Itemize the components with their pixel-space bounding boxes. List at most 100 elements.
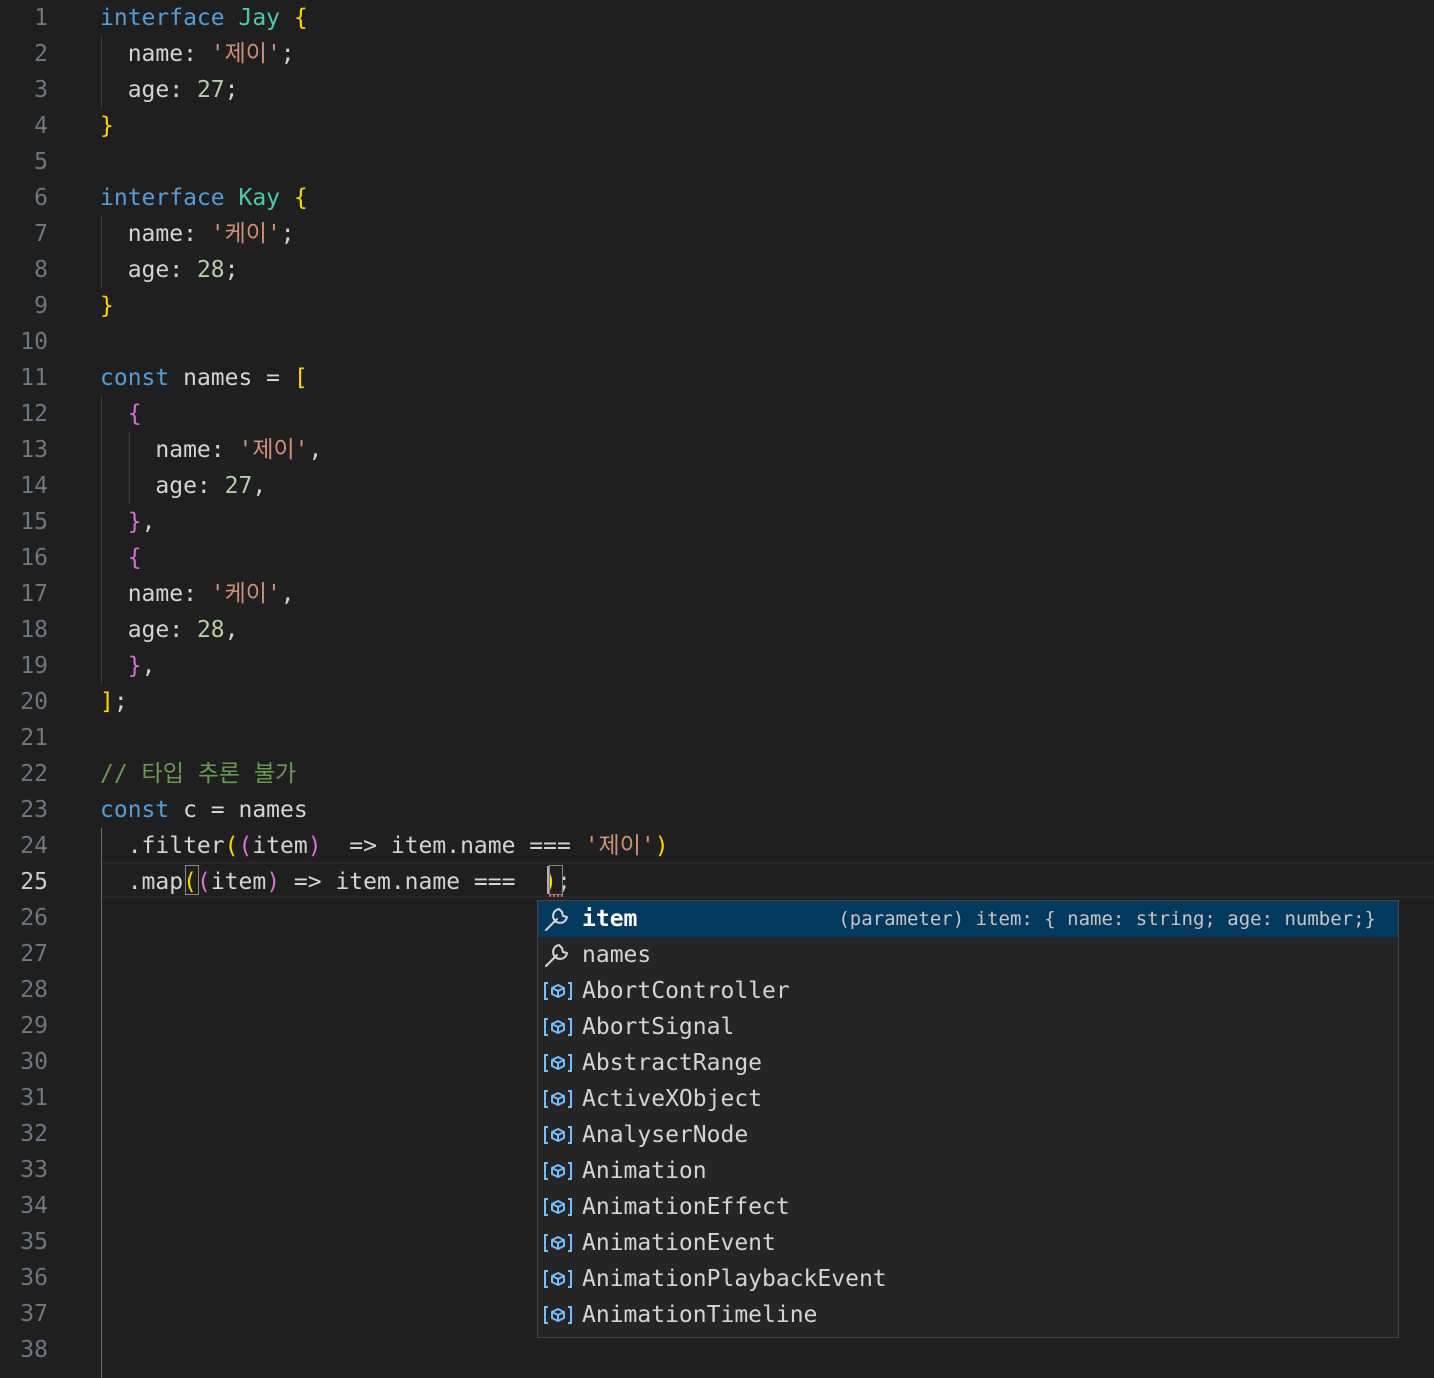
suggestion-item[interactable]: AnimationEffect (538, 1189, 1398, 1225)
line-number: 13 (20, 437, 48, 463)
suggestion-label: AnimationTimeline (582, 1302, 818, 1328)
suggestion-item[interactable]: item (parameter) item: { name: string; ag… (538, 901, 1398, 937)
code-line[interactable]: 17 name: '케이', (0, 576, 1434, 612)
line-number: 32 (20, 1121, 48, 1147)
suggestion-detail: (parameter) item: { name: string; age: n… (838, 908, 1376, 930)
code-line[interactable]: 15 }, (0, 504, 1434, 540)
code-token: const (100, 797, 170, 823)
code-token: , (141, 509, 156, 535)
suggestion-item[interactable]: AnimationPlaybackEvent (538, 1261, 1398, 1297)
text-cursor (547, 866, 549, 894)
variable-icon (542, 1193, 574, 1221)
line-number: 30 (20, 1049, 48, 1075)
suggestion-item[interactable]: AnimationTimeline (538, 1297, 1398, 1333)
code-token: item (252, 833, 308, 859)
code-token: ) (307, 833, 322, 859)
code-line[interactable]: 3 age: 27; (0, 72, 1434, 108)
matching-bracket-highlight (185, 865, 199, 895)
code-token: 28 (196, 257, 225, 283)
code-token: , (141, 653, 156, 679)
variable-icon (542, 1121, 574, 1149)
code-text: .map((item) => item.name === ); (100, 864, 571, 900)
line-number: 31 (20, 1085, 48, 1111)
code-token: ; (224, 257, 239, 283)
suggestion-widget[interactable]: item (parameter) item: { name: string; ag… (537, 900, 1399, 1338)
code-token: '제이' (584, 833, 655, 859)
line-number: 8 (34, 257, 48, 283)
code-line[interactable]: 5 (0, 144, 1434, 180)
suggestion-item[interactable]: AnimationEvent (538, 1225, 1398, 1261)
suggestion-label: AbortController (582, 978, 790, 1004)
code-text: .filter((item) => item.name === '제이') (100, 828, 669, 864)
code-line[interactable]: 12 { (0, 396, 1434, 432)
code-text: const c = names (100, 792, 308, 828)
code-token: ( (224, 833, 239, 859)
code-line[interactable]: 13 name: '제이', (0, 432, 1434, 468)
code-line[interactable]: 20]; (0, 684, 1434, 720)
code-token: 27 (196, 77, 225, 103)
line-number: 9 (34, 293, 48, 319)
code-line[interactable]: 6 interface Kay { (0, 180, 1434, 216)
line-number: 7 (34, 221, 48, 247)
line-number: 29 (20, 1013, 48, 1039)
code-line[interactable]: 1 interface Jay { (0, 0, 1434, 36)
suggestion-label: names (582, 942, 652, 968)
code-text: }, (100, 648, 156, 684)
code-token: => item.name === (280, 869, 544, 895)
code-text: age: 28, (100, 612, 239, 648)
suggestion-label: AbstractRange (582, 1050, 763, 1076)
suggestion-item[interactable]: AbstractRange (538, 1045, 1398, 1081)
code-token: interface (100, 5, 225, 31)
code-line[interactable]: 11 const names = [ (0, 360, 1434, 396)
code-line[interactable]: 19 }, (0, 648, 1434, 684)
line-number: 20 (20, 689, 48, 715)
line-number: 1 (34, 5, 48, 31)
line-number: 11 (20, 365, 48, 391)
suggestion-item[interactable]: AbortSignal (538, 1009, 1398, 1045)
suggestion-item[interactable]: ActiveXObject (538, 1081, 1398, 1117)
code-line[interactable]: 16 { (0, 540, 1434, 576)
variable-icon (542, 1265, 574, 1293)
code-line[interactable]: 25 .map((item) => item.name === ); (0, 864, 1434, 900)
code-text: name: '제이'; (100, 36, 295, 72)
code-line[interactable]: 14 age: 27, (0, 468, 1434, 504)
code-token: [ (293, 365, 308, 391)
code-line[interactable]: 24 .filter((item) => item.name === '제이') (0, 828, 1434, 864)
code-token: '제이' (238, 437, 309, 463)
code-line[interactable]: 8 age: 28; (0, 252, 1434, 288)
line-number: 12 (20, 401, 48, 427)
suggestion-item[interactable]: Animation (538, 1153, 1398, 1189)
code-token: { (293, 185, 308, 211)
code-line[interactable]: 21 (0, 720, 1434, 756)
code-token: age: (100, 257, 197, 283)
line-number: 5 (34, 149, 48, 175)
code-line[interactable]: 7 name: '케이'; (0, 216, 1434, 252)
variable-icon (542, 1013, 574, 1041)
code-line[interactable]: 10 (0, 324, 1434, 360)
code-line[interactable]: 23 const c = names (0, 792, 1434, 828)
suggestion-item[interactable]: AnalyserNode (538, 1117, 1398, 1153)
code-text: ]; (100, 684, 128, 720)
code-line[interactable]: 2 name: '제이'; (0, 36, 1434, 72)
code-token: 28 (196, 617, 225, 643)
code-token: ) (266, 869, 281, 895)
line-number: 19 (20, 653, 48, 679)
line-number: 18 (20, 617, 48, 643)
code-token: Kay (238, 185, 281, 211)
suggestion-label: AnimationEvent (582, 1230, 776, 1256)
suggestion-item[interactable]: AbortController (538, 973, 1398, 1009)
code-line[interactable]: 18 age: 28, (0, 612, 1434, 648)
code-text: { (100, 540, 142, 576)
line-number: 17 (20, 581, 48, 607)
line-number: 15 (20, 509, 48, 535)
suggestion-item[interactable]: names (538, 937, 1398, 973)
code-token: ; (280, 221, 295, 247)
code-line[interactable]: 4} (0, 108, 1434, 144)
wrench-icon (542, 941, 574, 969)
code-line[interactable]: 22 // 타입 추론 불가 (0, 756, 1434, 792)
code-line[interactable]: 9} (0, 288, 1434, 324)
code-token: interface (100, 185, 225, 211)
